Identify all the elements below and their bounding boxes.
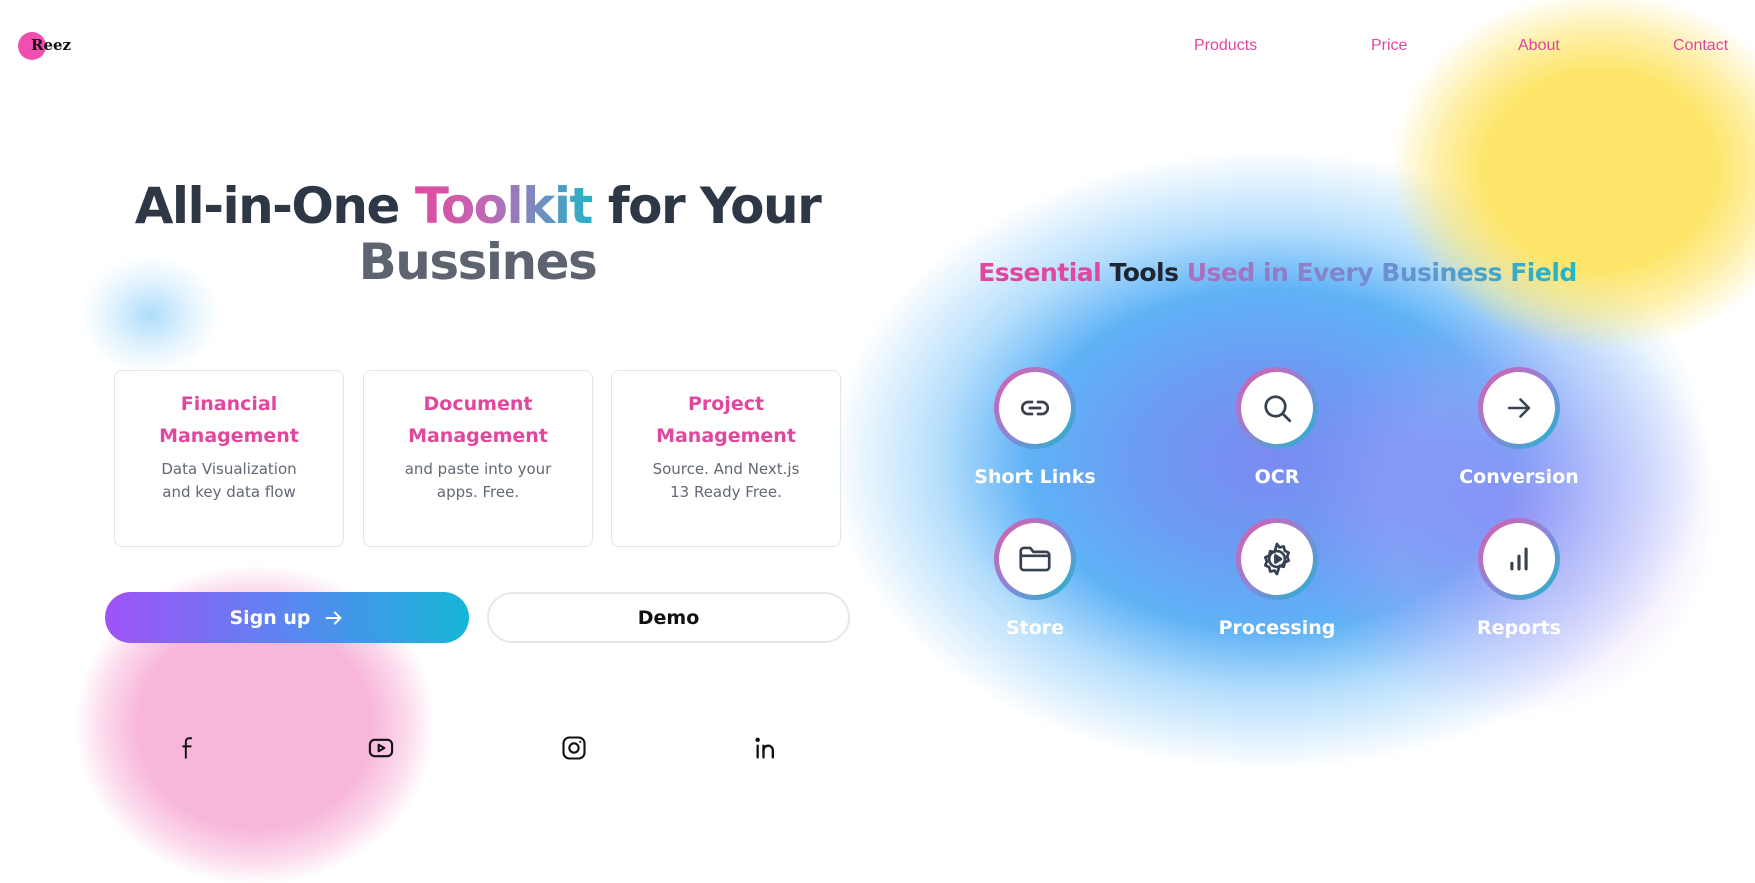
tool-short-links[interactable]: Short Links <box>955 367 1115 488</box>
tool-label: OCR <box>1254 466 1300 488</box>
tool-reports[interactable]: Reports <box>1439 518 1599 639</box>
feature-card-financial[interactable]: Financial Management Data Visualization … <box>114 370 344 547</box>
tool-label: Short Links <box>974 466 1096 488</box>
tool-label: Reports <box>1477 617 1561 639</box>
tools-section-title: Essential Tools Used in Every Business F… <box>905 258 1650 287</box>
tool-label: Store <box>1005 617 1065 639</box>
gear-play-icon <box>1263 542 1291 576</box>
hero-title-line2: Bussines <box>358 233 598 291</box>
card-description: Data Visualization and key data flow <box>161 460 297 501</box>
link-icon <box>1020 400 1050 416</box>
facebook-icon[interactable] <box>172 732 204 764</box>
nav-contact[interactable]: Contact <box>1673 37 1728 55</box>
nav-about[interactable]: About <box>1518 37 1560 55</box>
signup-button-label: Sign up <box>229 606 311 629</box>
tool-icon-ring <box>994 518 1076 600</box>
tool-processing[interactable]: Processing <box>1197 518 1357 639</box>
card-description: and paste into your apps. Free. <box>404 460 552 501</box>
demo-button[interactable]: Demo <box>487 592 850 643</box>
arrow-right-icon <box>1507 398 1531 418</box>
tool-store[interactable]: Store <box>955 518 1115 639</box>
tool-icon-ring <box>1236 367 1318 449</box>
tool-label: Conversion <box>1459 466 1579 488</box>
tools-title-part3: Used in Every Business Field <box>1186 258 1578 287</box>
linkedin-icon[interactable] <box>751 732 783 764</box>
tool-ocr[interactable]: OCR <box>1197 367 1357 488</box>
bar-chart-icon <box>1510 547 1528 571</box>
tool-icon-ring <box>1478 518 1560 600</box>
tool-label: Processing <box>1218 617 1336 639</box>
instagram-icon[interactable] <box>558 732 590 764</box>
logo-text[interactable]: Reez <box>31 36 71 54</box>
tool-icon-ring <box>1478 367 1560 449</box>
demo-button-label: Demo <box>637 606 700 629</box>
search-icon <box>1264 395 1292 423</box>
tool-conversion[interactable]: Conversion <box>1439 367 1599 488</box>
card-description: Source. And Next.js 13 Ready Free. <box>652 460 800 501</box>
nav-products[interactable]: Products <box>1194 37 1257 55</box>
card-title: Project Management <box>656 393 796 447</box>
card-title: Document Management <box>408 393 548 447</box>
arrow-right-icon <box>325 610 341 625</box>
nav-price[interactable]: Price <box>1371 37 1407 55</box>
hero-title-part2: for Your <box>591 177 822 235</box>
tools-title-part2: Tools <box>1109 258 1179 287</box>
tool-icon-ring <box>994 367 1076 449</box>
folder-icon <box>1019 546 1051 572</box>
hero-title-highlight: Toolkit <box>414 177 594 235</box>
youtube-icon[interactable] <box>365 732 397 764</box>
hero-title-part1: All-in-One <box>134 177 415 235</box>
card-title: Financial Management <box>159 393 299 447</box>
background-blob-violet <box>1300 300 1720 720</box>
tools-title-part1: Essential <box>978 258 1102 287</box>
feature-card-project[interactable]: Project Management Source. And Next.js 1… <box>611 370 841 547</box>
signup-button[interactable]: Sign up <box>105 592 469 643</box>
tool-icon-ring <box>1236 518 1318 600</box>
hero-title: All-in-One Toolkit for Your Bussines <box>100 178 855 290</box>
feature-card-document[interactable]: Document Management and paste into your … <box>363 370 593 547</box>
